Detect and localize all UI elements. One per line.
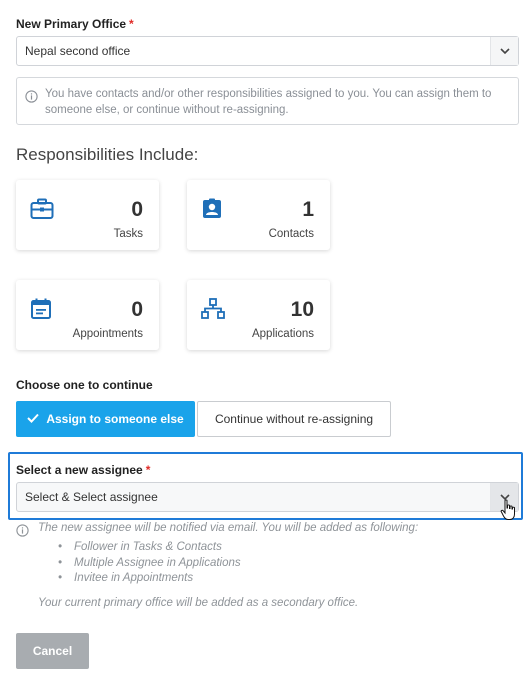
responsibilities-title: Responsibilities Include: [16,145,199,164]
tasks-card: 0 Tasks [16,180,159,250]
notification-note: The new assignee will be notified via em… [38,522,419,534]
list-item: Invitee in Appointments [58,571,241,587]
info-message-text: You have contacts and/or other responsib… [45,88,492,116]
assignee-value: Select & Select assignee [25,490,158,504]
info-icon [25,90,38,108]
applications-count: 10 [290,298,314,321]
chevron-down-icon[interactable] [490,37,518,65]
appointments-label: Appointments [72,328,143,340]
assignee-label: Select a new assignee * [16,463,151,477]
briefcase-icon [30,198,54,225]
tasks-label: Tasks [113,228,143,240]
follower-roles-list: Follower in Tasks & Contacts Multiple As… [58,540,241,587]
check-icon [27,412,40,426]
primary-office-label: New Primary Office * [16,17,134,31]
primary-office-value: Nepal second office [25,44,131,58]
applications-label: Applications [251,328,314,340]
tasks-count: 0 [131,198,143,221]
choose-heading: Choose one to continue [16,378,153,392]
secondary-office-note: Your current primary office will be adde… [38,597,359,609]
required-mark: * [129,17,134,31]
assign-button-label: Assign to someone else [46,412,184,426]
contacts-count: 1 [302,198,314,221]
contacts-label: Contacts [268,228,314,240]
info-icon [16,524,29,542]
contact-badge-icon [201,198,223,225]
info-message: You have contacts and/or other responsib… [16,77,519,125]
list-item: Follower in Tasks & Contacts [58,540,241,556]
applications-card: 10 Applications [187,280,330,350]
cancel-button[interactable]: Cancel [16,633,89,669]
contacts-card: 1 Contacts [187,180,330,250]
sitemap-icon [201,298,225,325]
continue-button-label: Continue without re-assigning [214,412,374,426]
assign-to-someone-else-button[interactable]: Assign to someone else [16,401,195,437]
continue-without-reassigning-button[interactable]: Continue without re-assigning [197,401,391,437]
required-mark: * [145,463,151,477]
list-item: Multiple Assignee in Applications [58,556,241,572]
assignee-select[interactable]: Select & Select assignee [16,482,519,512]
appointments-count: 0 [131,298,143,321]
primary-office-select[interactable]: Nepal second office [16,36,519,66]
hand-cursor-icon [500,499,518,526]
calendar-icon [30,298,52,325]
appointments-card: 0 Appointments [16,280,159,350]
